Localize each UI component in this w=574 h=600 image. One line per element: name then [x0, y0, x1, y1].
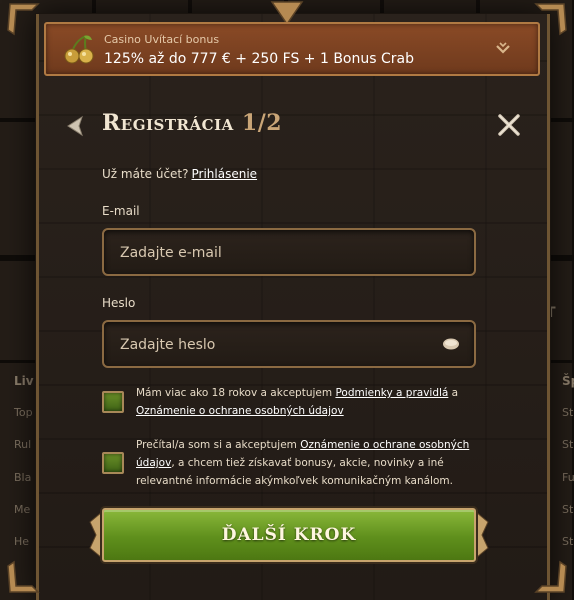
login-prompt: Už máte účet? Prihlásenie: [102, 167, 257, 181]
email-input-wrapper: [102, 228, 476, 276]
password-input[interactable]: [118, 322, 442, 368]
next-step-button[interactable]: ĎALŠÍ KROK: [102, 508, 476, 562]
eye-icon[interactable]: [442, 337, 460, 351]
bonus-offer-text: 125% až do 777 € + 250 FS + 1 Bonus Crab: [104, 51, 414, 67]
login-link[interactable]: Prihlásenie: [192, 167, 258, 181]
button-wing-right: [476, 512, 489, 558]
cherry-icon: [64, 35, 94, 64]
bg-label-right-2: St: [562, 438, 574, 451]
page-title-main: Registrácia: [102, 110, 242, 136]
age-consent-text-before: Mám viac ako 18 rokov a akceptujem: [136, 387, 336, 399]
chevron-down-icon[interactable]: [494, 40, 512, 58]
modal-header: Registrácia 1/2: [62, 110, 522, 142]
bg-label-left-5: He: [14, 535, 30, 548]
age-consent-text: Mám viac ako 18 rokov a akceptujem Podmi…: [136, 384, 486, 420]
marketing-consent-text-after: , a chcem tiež získavať bonusy, akcie, n…: [136, 457, 453, 487]
bonus-title: Casino Uvítací bonus: [104, 33, 220, 46]
bg-label-left-0: Liv: [14, 374, 34, 388]
bg-label-left-1: Top: [14, 406, 33, 419]
email-label: E-mail: [102, 204, 140, 218]
close-icon[interactable]: [496, 112, 522, 138]
bg-label-right-4: St: [562, 503, 574, 516]
marketing-consent-checkbox[interactable]: [102, 452, 124, 474]
step-indicator: 1/2: [241, 110, 283, 136]
marketing-consent-text-before: Prečítal/a som si a akceptujem: [136, 439, 301, 451]
bg-label-left-4: Me: [14, 503, 31, 516]
password-input-wrapper: [102, 320, 476, 368]
login-prompt-text: Už máte účet?: [102, 167, 189, 181]
corner-ornament-bottom-left: [7, 560, 40, 593]
email-input[interactable]: [118, 230, 442, 276]
bg-label-right-1: St: [562, 406, 574, 419]
corner-ornament-bottom-right: [534, 560, 567, 593]
page-title: Registrácia 1/2: [102, 110, 282, 136]
bg-label-right-5: St: [562, 535, 574, 548]
age-consent-checkbox[interactable]: [102, 391, 124, 413]
bg-label-left-2: Rul: [14, 438, 32, 451]
arrow-left-icon[interactable]: [62, 114, 88, 138]
welcome-bonus-banner[interactable]: Casino Uvítací bonus 125% až do 777 € + …: [44, 22, 540, 76]
marketing-consent-text: Prečítal/a som si a akceptujem Oznámenie…: [136, 436, 486, 490]
button-wing-left: [89, 512, 102, 558]
bg-label-right-3: Fu: [562, 471, 574, 484]
corner-ornament-top-left: [7, 3, 40, 36]
age-consent-text-middle: a: [448, 387, 459, 399]
terms-link[interactable]: Podmienky a pravidlá: [335, 387, 448, 399]
bg-label-left-3: Bla: [14, 471, 32, 484]
privacy-notice-link[interactable]: Oznámenie o ochrane osobných údajov: [136, 405, 344, 417]
bg-label-right-0: Šp: [562, 374, 574, 388]
password-label: Heslo: [102, 296, 136, 310]
